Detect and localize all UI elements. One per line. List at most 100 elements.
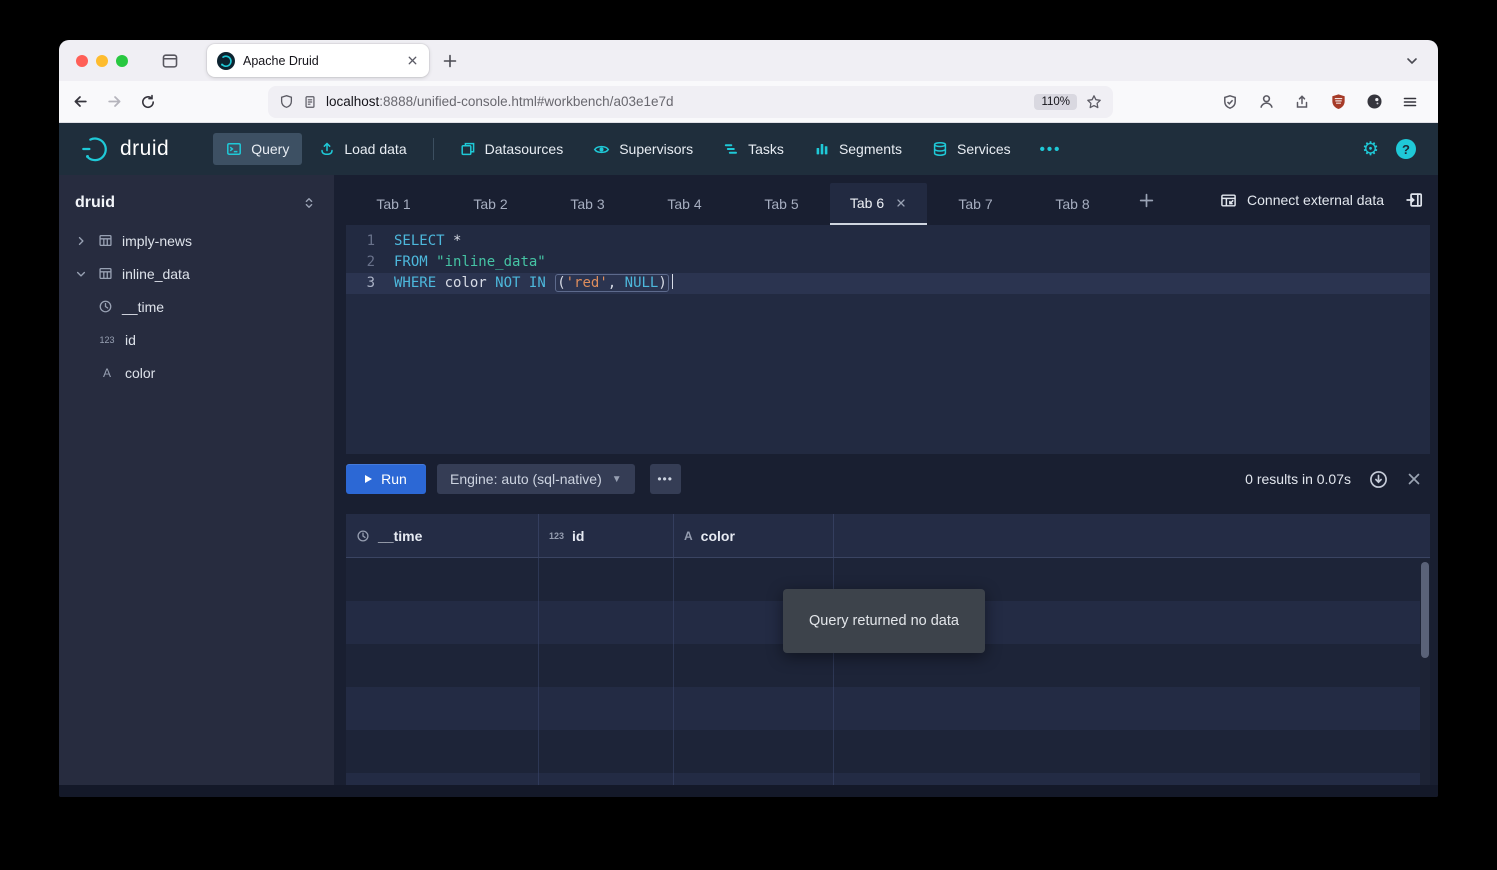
tab-2[interactable]: Tab 2: [442, 183, 539, 225]
maximize-window-button[interactable]: [116, 55, 128, 67]
nav-more-button[interactable]: •••: [1028, 141, 1074, 158]
tab-4[interactable]: Tab 4: [636, 183, 733, 225]
minimize-window-button[interactable]: [96, 55, 108, 67]
ublock-origin-icon[interactable]: [1324, 88, 1352, 116]
help-icon[interactable]: ?: [1396, 139, 1416, 159]
new-tab-button[interactable]: [442, 53, 458, 69]
tab-1[interactable]: Tab 1: [345, 183, 442, 225]
datasource-sidebar: druid imply-news: [59, 175, 334, 785]
chevron-right-icon[interactable]: [75, 235, 89, 247]
tab-5[interactable]: Tab 5: [733, 183, 830, 225]
sidebar-field-id[interactable]: 123 id: [59, 323, 334, 356]
column-header-color[interactable]: A color: [674, 514, 834, 557]
site-info-page-icon[interactable]: [303, 95, 317, 109]
back-button[interactable]: [66, 88, 94, 116]
supervisors-eye-icon: [593, 141, 610, 158]
nav-item-datasources[interactable]: Datasources: [447, 133, 577, 165]
nav-item-supervisors[interactable]: Supervisors: [580, 133, 706, 165]
column-header-time[interactable]: __time: [346, 514, 539, 557]
nav-label: Load data: [344, 141, 406, 157]
datasource-table-icon: [97, 233, 114, 248]
workbench-tab-bar: Tab 1 Tab 2 Tab 3 Tab 4 Tab 5 Tab 6 Tab …: [334, 175, 1438, 225]
nav-item-tasks[interactable]: Tasks: [710, 133, 797, 165]
close-window-button[interactable]: [76, 55, 88, 67]
sql-editor[interactable]: 1 SELECT * 2 FROM "inline_data" 3 WHERE …: [346, 225, 1430, 454]
line-number: 2: [346, 252, 386, 273]
nav-divider: [433, 138, 434, 160]
sidebar-item-inline-data[interactable]: inline_data: [59, 257, 334, 290]
number-icon: 123: [549, 531, 564, 541]
query-more-button[interactable]: •••: [650, 464, 681, 494]
tab-close-icon[interactable]: [406, 54, 419, 67]
table-row: [346, 687, 1430, 730]
nav-item-query[interactable]: Query: [213, 133, 302, 165]
tab-close-icon[interactable]: [895, 197, 907, 209]
scrollbar-thumb[interactable]: [1421, 562, 1429, 658]
editor-line-1: 1 SELECT *: [346, 231, 1430, 252]
nav-item-segments[interactable]: Segments: [801, 133, 915, 165]
no-data-tooltip: Query returned no data: [783, 589, 985, 653]
permissions-shield-icon[interactable]: [1216, 88, 1244, 116]
line-number: 3: [346, 273, 386, 294]
field-label: __time: [122, 299, 164, 315]
browser-toolbar: localhost:8888/unified-console.html#work…: [59, 81, 1438, 123]
engine-select[interactable]: Engine: auto (sql-native) ▼: [437, 464, 635, 494]
window-bottom-edge: [59, 785, 1438, 797]
nav-item-services[interactable]: Services: [919, 133, 1024, 165]
connect-external-data-icon: [1220, 192, 1237, 209]
datasource-table-icon: [97, 266, 114, 281]
nav-label: Services: [957, 141, 1011, 157]
tab-3[interactable]: Tab 3: [539, 183, 636, 225]
results-scrollbar[interactable]: [1420, 559, 1430, 785]
account-icon[interactable]: [1252, 88, 1280, 116]
run-button[interactable]: Run: [346, 464, 426, 494]
play-icon: [365, 475, 372, 483]
sidebar-field-time[interactable]: __time: [59, 290, 334, 323]
datasource-label: inline_data: [122, 266, 190, 282]
toolbar-extensions: [1216, 88, 1438, 116]
panel-toggle-icon[interactable]: [1406, 191, 1424, 209]
druid-favicon: [217, 52, 235, 70]
tab-7[interactable]: Tab 7: [927, 183, 1024, 225]
text-cursor: [672, 274, 673, 289]
nav-label: Datasources: [485, 141, 564, 157]
sort-icon[interactable]: [302, 196, 316, 210]
extension-icon[interactable]: [1360, 88, 1388, 116]
forward-button[interactable]: [100, 88, 128, 116]
sidebar-item-imply-news[interactable]: imply-news: [59, 224, 334, 257]
druid-logo[interactable]: druid: [59, 134, 169, 164]
tasks-gantt-icon: [723, 141, 739, 157]
line-number: 1: [346, 231, 386, 252]
nav-item-load-data[interactable]: Load data: [306, 133, 419, 165]
bracket-match-highlight: ('red', NULL): [555, 274, 669, 292]
column-header-id[interactable]: 123 id: [539, 514, 674, 557]
time-icon: [97, 299, 114, 314]
chevron-down-icon[interactable]: [75, 268, 89, 280]
results-header-row: __time 123 id A color: [346, 514, 1430, 558]
sidebar-field-color[interactable]: A color: [59, 356, 334, 389]
result-status-text: 0 results in 0.07s: [1245, 471, 1351, 487]
add-tab-button[interactable]: [1138, 192, 1155, 209]
zoom-level-badge[interactable]: 110%: [1034, 94, 1077, 110]
browser-tab-title: Apache Druid: [243, 54, 398, 68]
menu-icon[interactable]: [1396, 88, 1424, 116]
list-all-tabs-icon[interactable]: [1404, 53, 1420, 69]
connect-external-data-button[interactable]: Connect external data: [1220, 192, 1384, 209]
tracking-protection-shield-icon[interactable]: [279, 94, 294, 109]
tab-6-active[interactable]: Tab 6: [830, 183, 927, 225]
firefox-view-icon[interactable]: [161, 52, 179, 70]
close-results-icon[interactable]: [1406, 471, 1422, 487]
share-icon[interactable]: [1288, 88, 1316, 116]
url-bar[interactable]: localhost:8888/unified-console.html#work…: [268, 86, 1113, 118]
reload-button[interactable]: [134, 88, 162, 116]
tab-8[interactable]: Tab 8: [1024, 183, 1121, 225]
browser-tab[interactable]: Apache Druid: [207, 44, 429, 77]
table-row: [346, 730, 1430, 773]
druid-brand-text: druid: [120, 137, 169, 161]
query-workbench: Tab 1 Tab 2 Tab 3 Tab 4 Tab 5 Tab 6 Tab …: [334, 175, 1438, 785]
download-results-icon[interactable]: [1369, 470, 1388, 489]
settings-gear-icon[interactable]: ⚙: [1362, 140, 1379, 159]
bookmark-star-icon[interactable]: [1086, 94, 1102, 110]
window-controls: [59, 55, 128, 67]
nav-label: Supervisors: [619, 141, 693, 157]
